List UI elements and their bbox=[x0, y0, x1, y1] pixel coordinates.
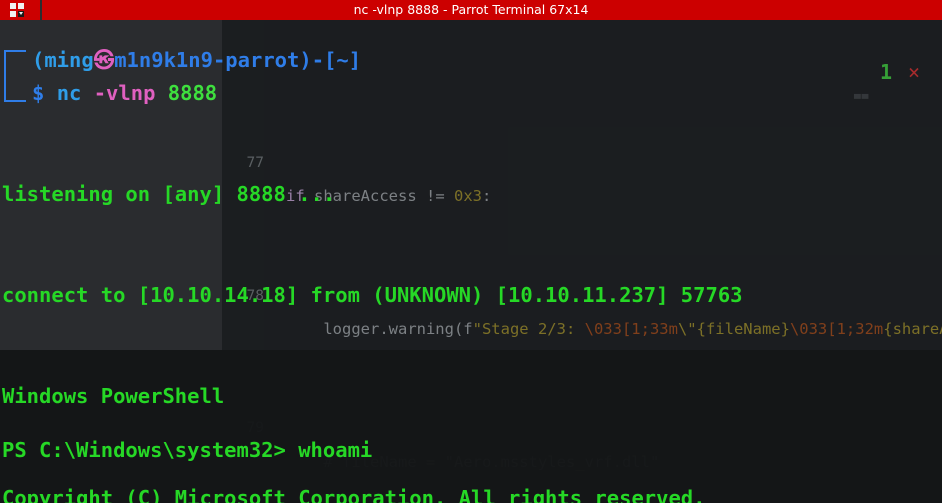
prompt-user: (ming bbox=[32, 48, 94, 72]
prompt-command-line: $ nc -vlnp 8888 bbox=[30, 77, 217, 111]
session-line: PS C:\Windows\system32> whoami bbox=[2, 437, 373, 462]
terminal-content[interactable]: (ming㉿m1n9k1n9-parrot)-[~] $ nc -vlnp 88… bbox=[0, 20, 942, 503]
powershell-session[interactable]: PS C:\Windows\system32> whoami whoami ae… bbox=[0, 366, 942, 503]
prompt-space-3 bbox=[155, 81, 167, 105]
prompt-space-1 bbox=[44, 81, 56, 105]
titlebar[interactable]: nc -vlnp 8888 - Parrot Terminal 67x14 bbox=[0, 0, 942, 20]
command-port: 8888 bbox=[167, 81, 218, 105]
terminal-window[interactable]: nc -vlnp 8888 - Parrot Terminal 67x14 (m… bbox=[0, 0, 942, 503]
output-line: listening on [any] 8888 ... bbox=[2, 181, 336, 206]
screen-root: 77 if shareAccess != 0x3: 78 logger.warn… bbox=[0, 0, 942, 503]
prompt-at-icon: ㉿ bbox=[93, 48, 115, 72]
prompt-bracket-icon bbox=[4, 50, 26, 102]
output-line: connect to [10.10.14.18] from (UNKNOWN) … bbox=[2, 282, 743, 307]
prompt-space-2 bbox=[81, 81, 93, 105]
prompt-dollar: $ bbox=[32, 81, 45, 105]
prompt-userhost-line: (ming㉿m1n9k1n9-parrot)-[~] bbox=[30, 44, 361, 78]
window-title: nc -vlnp 8888 - Parrot Terminal 67x14 bbox=[353, 2, 589, 17]
command-flags: -vlnp bbox=[93, 81, 156, 105]
prompt-host: m1n9k1n9-parrot)-[~] bbox=[114, 48, 362, 72]
command-name: nc bbox=[56, 81, 82, 105]
